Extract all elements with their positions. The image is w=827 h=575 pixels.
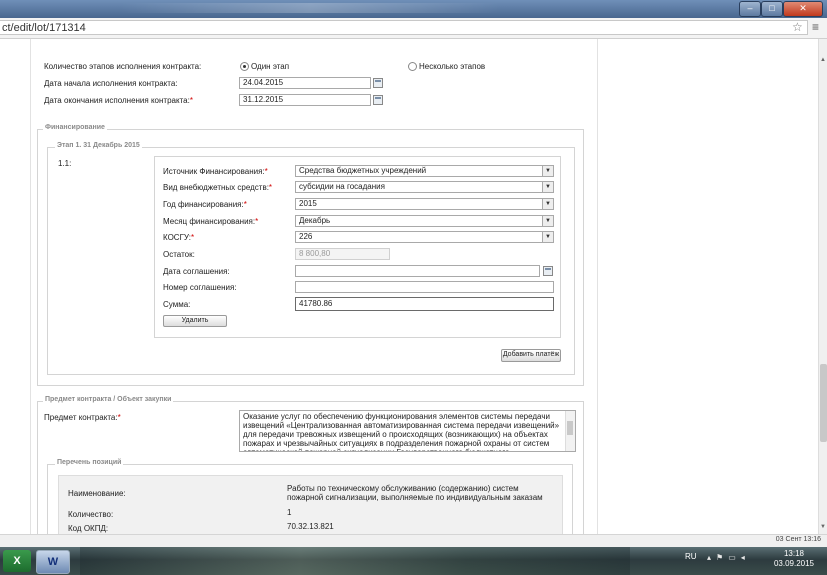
- offbudget-select[interactable]: субсидии на госадания ▼: [295, 181, 554, 193]
- address-bar[interactable]: ct/edit/lot/171314: [0, 20, 808, 35]
- calendar-icon[interactable]: [543, 266, 553, 276]
- status-date: 03 Сент 13:16: [775, 536, 821, 543]
- required-mark: *: [117, 413, 121, 422]
- form-panel: Количество этапов исполнения контракта: …: [30, 39, 598, 534]
- stages-one-radio[interactable]: [240, 62, 249, 71]
- chevron-down-icon[interactable]: ▼: [542, 232, 553, 242]
- status-bar: 03 Сент 13:16: [0, 534, 827, 548]
- required-mark: *: [255, 217, 259, 226]
- taskbar: X W RU ▴⚑▭◂ 13:18 03.09.2015: [0, 547, 827, 575]
- required-mark: *: [243, 200, 247, 209]
- remainder-label: Остаток:: [163, 250, 195, 259]
- word-icon[interactable]: W: [36, 550, 70, 574]
- month-value: Декабрь: [299, 216, 331, 225]
- textarea-scroll-thumb[interactable]: [567, 421, 573, 435]
- menu-icon[interactable]: ≡: [812, 20, 819, 34]
- agreement-number-label: Номер соглашения:: [163, 283, 237, 292]
- positions-legend: Перечень позиций: [55, 459, 124, 466]
- source-select[interactable]: Средства бюджетных учреждений ▼: [295, 165, 554, 177]
- minimize-button[interactable]: –: [739, 1, 761, 17]
- clock-time: 13:18: [783, 549, 805, 558]
- chevron-down-icon[interactable]: ▼: [542, 199, 553, 209]
- kosgu-label: КОСГУ:*: [163, 233, 194, 242]
- start-date-label: Дата начала исполнения контракта:: [44, 79, 178, 88]
- subject-textarea[interactable]: Оказание услуг по обеспечению функционир…: [239, 410, 576, 452]
- maximize-button[interactable]: □: [761, 1, 783, 17]
- sum-field[interactable]: 41780.86: [295, 297, 554, 311]
- agreement-date-field[interactable]: [295, 265, 540, 277]
- excel-icon[interactable]: X: [3, 550, 31, 572]
- chevron-down-icon[interactable]: ▼: [542, 166, 553, 176]
- okpd-label: Код ОКПД:: [68, 524, 109, 533]
- close-button[interactable]: ✕: [783, 1, 823, 17]
- scroll-up-icon[interactable]: ▲: [820, 57, 826, 63]
- subject-label: Предмет контракта:*: [44, 413, 121, 422]
- month-label: Месяц финансирования:*: [163, 217, 258, 226]
- taskbar-clock[interactable]: 13:18 03.09.2015: [768, 549, 820, 569]
- stages-many-radio[interactable]: [408, 62, 417, 71]
- month-label-text: Месяц финансирования:: [163, 217, 256, 226]
- required-mark: *: [268, 183, 273, 192]
- subject-legend: Предмет контракта / Объект закупки: [43, 396, 174, 403]
- okpd-value: 70.32.13.821: [287, 522, 334, 531]
- add-payment-button[interactable]: Добавить платёж: [501, 349, 561, 362]
- source-value: Средства бюджетных учреждений: [299, 166, 427, 175]
- tray-icons[interactable]: ▴⚑▭◂: [707, 553, 750, 562]
- browser-toolbar: ct/edit/lot/171314 ☆ ≡: [0, 18, 827, 39]
- delete-button[interactable]: Удалить: [163, 315, 227, 327]
- taskbar-background: [80, 547, 630, 575]
- chevron-down-icon[interactable]: ▼: [542, 182, 553, 192]
- required-mark: *: [264, 167, 268, 176]
- calendar-icon[interactable]: [373, 95, 383, 105]
- stages-many-label[interactable]: Несколько этапов: [419, 62, 485, 71]
- end-date-label-text: Дата окончания исполнения контракта:: [44, 96, 190, 105]
- calendar-icon[interactable]: [373, 78, 383, 88]
- kosgu-label-text: КОСГУ:: [163, 233, 192, 242]
- kosgu-value: 226: [299, 232, 313, 241]
- subject-text: Оказание услуг по обеспечению функционир…: [243, 412, 560, 451]
- subject-label-text: Предмет контракта:: [44, 413, 118, 422]
- position-name-label: Наименование:: [68, 489, 126, 498]
- stage-legend: Этап 1. 31 Декабрь 2015: [55, 142, 142, 149]
- clock-date: 03.09.2015: [773, 559, 815, 568]
- sum-label: Сумма:: [163, 300, 191, 309]
- kosgu-select[interactable]: 226 ▼: [295, 231, 554, 243]
- chevron-down-icon[interactable]: ▼: [542, 216, 553, 226]
- year-label: Год финансирования:*: [163, 200, 247, 209]
- source-label: Источник Финансирования:*: [163, 167, 268, 176]
- page-scrollbar[interactable]: ▲ ▼: [818, 39, 827, 534]
- quantity-label: Количество:: [68, 510, 114, 519]
- window-titlebar: – □ ✕: [0, 0, 827, 18]
- offbudget-label: Вид внебюджетных средств:*: [163, 183, 272, 192]
- window-title-glow: [120, 3, 500, 13]
- position-name-value: Работы по техническому обслуживанию (сод…: [287, 484, 543, 502]
- year-value: 2015: [299, 199, 317, 208]
- page-scroll-thumb[interactable]: [820, 364, 827, 442]
- end-date-field[interactable]: 31.12.2015: [239, 94, 371, 106]
- remainder-field: 8 800,80: [295, 248, 390, 260]
- end-date-label: Дата окончания исполнения контракта:*: [44, 96, 193, 105]
- year-select[interactable]: 2015 ▼: [295, 198, 554, 210]
- offbudget-value: субсидии на госадания: [299, 182, 385, 191]
- agreement-date-label: Дата соглашения:: [163, 267, 230, 276]
- language-indicator[interactable]: RU: [685, 552, 697, 561]
- page-viewport: Количество этапов исполнения контракта: …: [0, 39, 818, 534]
- stages-one-label[interactable]: Один этап: [251, 62, 289, 71]
- month-select[interactable]: Декабрь ▼: [295, 215, 554, 227]
- star-icon[interactable]: ☆: [792, 20, 803, 34]
- quantity-value: 1: [287, 508, 292, 517]
- stages-label: Количество этапов исполнения контракта:: [44, 62, 202, 71]
- source-label-text: Источник Финансирования:: [163, 167, 265, 176]
- textarea-scrollbar[interactable]: [565, 411, 575, 451]
- item-number: 1.1:: [58, 159, 72, 168]
- year-label-text: Год финансирования:: [163, 200, 244, 209]
- offbudget-label-text: Вид внебюджетных средств:: [163, 183, 269, 192]
- agreement-number-field[interactable]: [295, 281, 554, 293]
- financing-legend: Финансирование: [43, 124, 107, 131]
- scroll-down-icon[interactable]: ▼: [820, 524, 826, 530]
- required-mark: *: [189, 96, 193, 105]
- start-date-field[interactable]: 24.04.2015: [239, 77, 371, 89]
- required-mark: *: [191, 233, 195, 242]
